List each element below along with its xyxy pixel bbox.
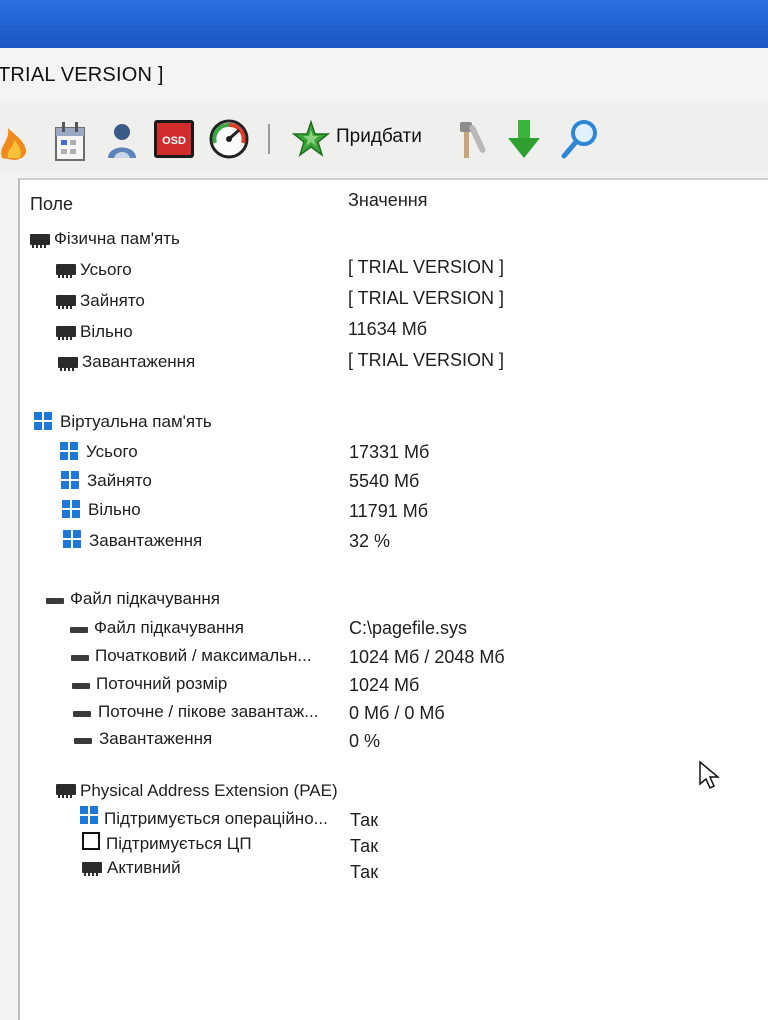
row-label[interactable]: Активний: [107, 858, 181, 878]
row-label[interactable]: Поточний розмір: [96, 674, 227, 694]
row-label[interactable]: Завантаження: [99, 729, 212, 749]
row-label[interactable]: Усього: [86, 442, 138, 462]
memory-chip-icon: [82, 862, 102, 876]
row-label[interactable]: Вільно: [88, 500, 141, 520]
flame-icon[interactable]: [0, 118, 30, 160]
row-label[interactable]: Поточне / пікове завантаж...: [98, 702, 318, 722]
column-header-field[interactable]: Поле: [30, 194, 73, 215]
row-value: [ TRIAL VERSION ]: [348, 350, 505, 370]
row-label[interactable]: Зайнято: [80, 291, 145, 311]
tools-icon[interactable]: [452, 118, 488, 160]
row-label[interactable]: Вільно: [80, 322, 133, 342]
user-icon[interactable]: [104, 120, 140, 160]
screen: TRIAL VERSION ] OSD Придбати Поле Значен…: [0, 0, 768, 1020]
column-header-value[interactable]: Значення: [348, 190, 427, 211]
pagefile-icon: [46, 598, 64, 604]
row-label[interactable]: Усього: [80, 260, 132, 280]
windows-icon: [62, 500, 80, 518]
add-star-icon[interactable]: [292, 120, 330, 158]
row-value: C:\pagefile.sys: [349, 618, 468, 638]
gauge-icon[interactable]: [208, 118, 250, 160]
windows-icon: [60, 442, 78, 460]
memory-chip-icon: [56, 264, 76, 278]
download-arrow-icon[interactable]: [506, 118, 542, 160]
row-value: 0 %: [349, 731, 381, 751]
memory-chip-icon: [56, 784, 76, 798]
row-label[interactable]: Завантаження: [82, 352, 195, 372]
buy-button-label[interactable]: Придбати: [336, 126, 422, 148]
mouse-cursor-icon: [699, 760, 720, 790]
row-label[interactable]: Файл підкачування: [94, 618, 244, 638]
memory-chip-icon: [56, 326, 76, 340]
row-value: [ TRIAL VERSION ]: [348, 288, 505, 308]
pagefile-icon: [72, 683, 90, 689]
pagefile-icon: [73, 711, 91, 717]
row-value: 1024 Мб / 2048 Мб: [349, 647, 505, 667]
group-page-file[interactable]: Файл підкачування: [70, 589, 220, 609]
row-value: 11791 Мб: [349, 501, 429, 521]
svg-text:OSD: OSD: [162, 135, 186, 147]
toolbar-separator: [268, 124, 270, 154]
pagefile-icon: [70, 627, 88, 633]
row-label[interactable]: Початковий / максимальн...: [95, 646, 312, 666]
window-title: TRIAL VERSION ]: [0, 64, 164, 86]
row-value: Так: [350, 836, 379, 856]
group-pae[interactable]: Physical Address Extension (PAE): [80, 781, 338, 801]
row-value: 32 %: [349, 531, 391, 551]
row-label[interactable]: Зайнято: [87, 471, 152, 491]
row-label[interactable]: Підтримується операційно...: [104, 809, 328, 829]
memory-chip-icon: [30, 234, 50, 248]
row-value: Так: [350, 810, 379, 830]
windows-icon: [80, 806, 98, 824]
row-value: 11634 Мб: [348, 319, 428, 339]
group-physical-memory[interactable]: Фізична пам'ять: [54, 229, 180, 249]
pagefile-icon: [74, 738, 92, 744]
group-virtual-memory[interactable]: Віртуальна пам'ять: [60, 412, 212, 432]
row-label[interactable]: Завантаження: [89, 531, 202, 551]
row-value: 17331 Мб: [349, 442, 430, 462]
windows-icon: [63, 530, 81, 548]
memory-chip-icon: [56, 295, 76, 309]
search-icon[interactable]: [560, 118, 600, 160]
memory-chip-icon: [58, 357, 78, 371]
row-value: 1024 Мб: [349, 675, 420, 695]
row-value: Так: [350, 862, 379, 882]
row-value: [ TRIAL VERSION ]: [348, 257, 505, 277]
pagefile-icon: [71, 655, 89, 661]
windows-icon: [61, 471, 79, 489]
osd-icon[interactable]: OSD: [154, 120, 194, 158]
cpu-icon: [82, 832, 100, 850]
windows-icon: [34, 412, 52, 430]
calendar-icon[interactable]: [52, 120, 88, 162]
row-value: 0 Мб / 0 Мб: [349, 703, 445, 723]
row-value: 5540 Мб: [349, 471, 420, 491]
title-bar: [0, 0, 768, 48]
row-label[interactable]: Підтримується ЦП: [106, 834, 252, 854]
